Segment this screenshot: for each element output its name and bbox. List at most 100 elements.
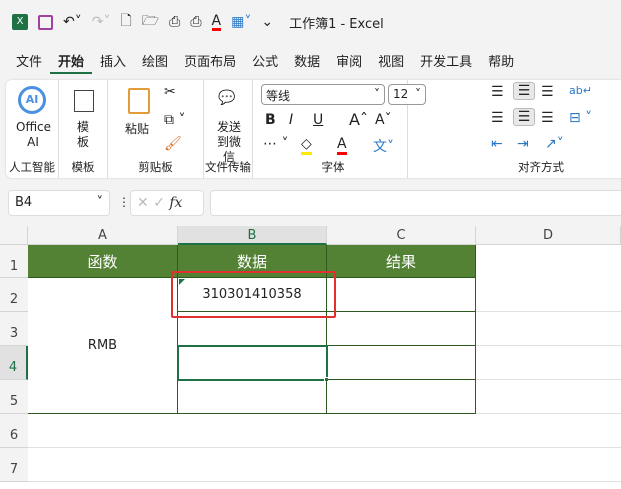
font-color-icon[interactable]: A <box>211 14 222 31</box>
template-button[interactable]: 模板 <box>75 120 91 150</box>
row-lines <box>476 278 621 482</box>
tab-review[interactable]: 审阅 <box>328 52 370 74</box>
align-left-icon[interactable]: ☰ <box>491 110 504 126</box>
ribbon-tabs: 文件 开始 插入 绘图 页面布局 公式 数据 审阅 视图 开发工具 帮助 <box>8 52 522 74</box>
select-all-corner[interactable] <box>0 226 28 245</box>
grow-font-icon[interactable]: Aˆ <box>349 110 368 129</box>
formula-buttons: ✕ ✓ fx <box>130 190 204 216</box>
align-top-icon[interactable]: ☰ <box>491 84 504 100</box>
spreadsheet-grid: A B C D 1 2 3 4 5 6 7 函数 数据 结果 RMB 31030… <box>0 226 621 489</box>
group-ai: AI Office AI 人工智能 <box>6 80 59 178</box>
paste-button[interactable]: 粘贴 <box>122 122 152 137</box>
paste-icon[interactable] <box>128 88 150 114</box>
tab-view[interactable]: 视图 <box>370 52 412 74</box>
align-right-icon[interactable]: ☰ <box>541 110 554 126</box>
orientation-icon[interactable]: ↗˅ <box>545 136 564 152</box>
quick-access-toolbar: X ↶˅ ↷˅ 🗋 🗁 ⎙ ⎙ A ▦˅ ⌄ 工作簿1 - Excel <box>0 0 621 44</box>
formula-input[interactable] <box>210 190 621 216</box>
font-size-value: 12 <box>393 87 409 101</box>
column-header-c[interactable]: C <box>327 226 476 245</box>
align-bottom-icon[interactable]: ☰ <box>541 84 554 100</box>
font-name-value: 等线 <box>266 89 291 103</box>
cell-b4-selected[interactable] <box>177 345 328 381</box>
font-size-select[interactable]: 12 ˅ <box>388 84 426 105</box>
phonetic-icon[interactable]: 文˅ <box>373 136 394 156</box>
enter-icon[interactable]: ✓ <box>153 195 165 211</box>
tab-formulas[interactable]: 公式 <box>244 52 286 74</box>
column-header-d[interactable]: D <box>476 226 621 245</box>
highlight-annotation-box <box>171 271 336 318</box>
save-icon[interactable] <box>38 14 53 30</box>
cell-a1[interactable]: 函数 <box>28 245 178 278</box>
print-icon[interactable]: ⎙ <box>190 14 201 30</box>
tab-data[interactable]: 数据 <box>286 52 328 74</box>
wrap-text-icon[interactable]: ab↵ <box>569 84 592 97</box>
chevron-down-icon[interactable]: ˅ <box>97 195 104 210</box>
insert-function-button[interactable]: fx <box>169 195 182 211</box>
group-template: 模板 模板 <box>59 80 108 178</box>
cell-c1[interactable]: 结果 <box>327 245 476 278</box>
tab-developer[interactable]: 开发工具 <box>412 52 480 74</box>
align-middle-icon[interactable]: ☰ <box>513 82 535 100</box>
row-header-6[interactable]: 6 <box>0 414 28 448</box>
cancel-icon[interactable]: ✕ <box>137 195 149 211</box>
borders-icon[interactable]: ▦˅ <box>231 14 251 30</box>
cell-a2-merged[interactable]: RMB <box>28 278 178 414</box>
tab-file[interactable]: 文件 <box>8 52 50 74</box>
decrease-indent-icon[interactable]: ⇤ <box>491 136 503 152</box>
shrink-font-icon[interactable]: Aˇ <box>375 112 392 128</box>
window-title: 工作簿1 - Excel <box>289 16 384 32</box>
group-transfer: 💬 发送到微信 文件传输 <box>204 80 253 178</box>
row-header-5[interactable]: 5 <box>0 380 28 414</box>
format-painter-icon[interactable]: 🖌 <box>164 136 182 152</box>
align-center-icon[interactable]: ☰ <box>513 108 535 126</box>
group-alignment: ☰ ☰ ☰ ab↵ ☰ ☰ ☰ ⊟ ˅ ⇤ ⇥ ↗˅ 对齐方式 <box>481 80 621 178</box>
new-file-icon[interactable]: 🗋 <box>120 10 131 34</box>
column-header-a[interactable]: A <box>28 226 178 245</box>
fill-color-icon[interactable]: ◇ <box>301 136 312 155</box>
redo-icon[interactable]: ↷˅ <box>92 14 111 30</box>
tab-insert[interactable]: 插入 <box>92 52 134 74</box>
undo-icon[interactable]: ↶˅ <box>63 14 82 30</box>
tab-draw[interactable]: 绘图 <box>134 52 176 74</box>
row-header-3[interactable]: 3 <box>0 312 28 346</box>
cell-c3[interactable] <box>327 312 476 346</box>
name-box-value: B4 <box>15 195 33 210</box>
cell-b5[interactable] <box>178 380 327 414</box>
italic-button[interactable]: I <box>289 112 293 128</box>
name-box[interactable]: B4 ˅ <box>8 190 110 216</box>
print-preview-icon[interactable]: ⎙ <box>169 14 180 30</box>
group-label: 对齐方式 <box>518 160 564 174</box>
borders-icon[interactable]: ⋯ ˅ <box>263 136 288 152</box>
cell-c4[interactable] <box>328 346 476 380</box>
group-label: 模板 <box>71 160 95 174</box>
row-header-1[interactable]: 1 <box>0 245 28 278</box>
wechat-icon[interactable]: 💬 <box>218 90 235 106</box>
merge-center-icon[interactable]: ⊟ ˅ <box>569 110 592 126</box>
customize-icon[interactable]: ⌄ <box>261 14 273 30</box>
increase-indent-icon[interactable]: ⇥ <box>517 136 529 152</box>
template-icon[interactable] <box>74 90 94 112</box>
tab-home[interactable]: 开始 <box>50 52 93 74</box>
copy-icon[interactable]: ⧉ ˅ <box>164 112 185 128</box>
bold-button[interactable]: B <box>265 112 276 128</box>
office-ai-button[interactable]: Office AI <box>16 120 51 150</box>
open-icon[interactable]: 🗁 <box>142 10 159 34</box>
row-header-2[interactable]: 2 <box>0 278 28 312</box>
cell-c2[interactable] <box>327 278 476 312</box>
font-color-icon[interactable]: A <box>337 136 347 155</box>
row-lines-lower <box>28 414 476 482</box>
cell-c5[interactable] <box>327 380 476 414</box>
ribbon: AI Office AI 人工智能 模板 模板 粘贴 ✂ ⧉ ˅ 🖌 剪贴板 💬… <box>6 80 621 178</box>
tab-page-layout[interactable]: 页面布局 <box>176 52 244 74</box>
group-label: 人工智能 <box>9 160 55 174</box>
column-header-b[interactable]: B <box>178 226 327 245</box>
more-icon[interactable]: ⋮ <box>118 195 130 209</box>
font-name-select[interactable]: 等线 ˅ <box>261 84 385 105</box>
row-header-7[interactable]: 7 <box>0 448 28 482</box>
tab-help[interactable]: 帮助 <box>480 52 522 74</box>
office-ai-icon[interactable]: AI <box>18 86 46 114</box>
cut-icon[interactable]: ✂ <box>164 84 176 100</box>
underline-button[interactable]: U <box>313 112 323 128</box>
row-header-4[interactable]: 4 <box>0 346 28 380</box>
